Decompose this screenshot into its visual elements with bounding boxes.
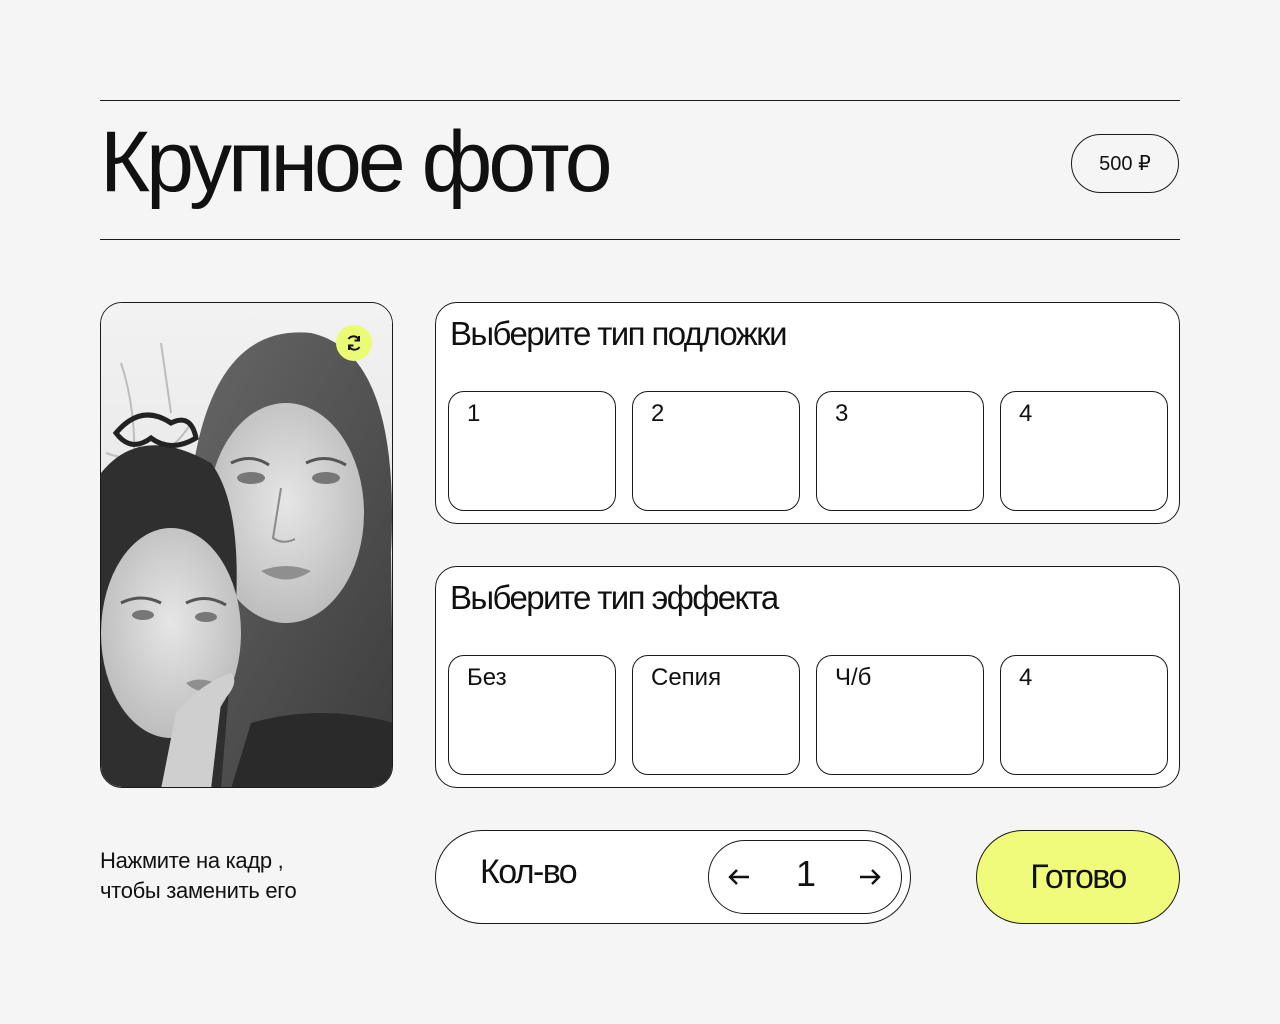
backing-panel: Выберите тип подложки 1 2 3 4 <box>435 302 1180 524</box>
replace-hint: Нажмите на кадр , чтобы заменить его <box>100 846 400 906</box>
refresh-icon[interactable] <box>336 325 372 361</box>
option-label: Ч/б <box>835 664 872 691</box>
photo-frame[interactable] <box>100 302 393 788</box>
effect-option-none[interactable]: Без <box>448 655 616 775</box>
backing-title: Выберите тип подложки <box>450 315 788 352</box>
hint-line-2: чтобы заменить его <box>100 878 297 903</box>
top-divider <box>100 100 1180 101</box>
quantity-value: 1 <box>795 853 817 894</box>
header-divider <box>100 239 1180 240</box>
hint-line-1: Нажмите на кадр , <box>100 848 284 873</box>
done-button[interactable]: Готово <box>976 830 1180 924</box>
option-label: 4 <box>1019 664 1033 691</box>
option-label: 3 <box>835 400 849 427</box>
option-label: 2 <box>651 400 665 427</box>
page-title: Крупное фото <box>100 114 613 210</box>
quantity-control: Кол-во 1 <box>435 830 911 924</box>
effect-options: Без Сепия Ч/б 4 <box>448 655 1168 775</box>
option-label: Сепия <box>651 664 722 691</box>
backing-options: 1 2 3 4 <box>448 391 1168 511</box>
backing-option-4[interactable]: 4 <box>1000 391 1168 511</box>
arrow-right-icon[interactable] <box>852 859 888 895</box>
option-label: 4 <box>1019 400 1033 427</box>
quantity-stepper: 1 <box>708 840 902 914</box>
effect-panel: Выберите тип эффекта Без Сепия Ч/б 4 <box>435 566 1180 788</box>
option-label: Без <box>467 664 507 691</box>
option-label: 1 <box>467 400 481 427</box>
backing-option-3[interactable]: 3 <box>816 391 984 511</box>
backing-option-2[interactable]: 2 <box>632 391 800 511</box>
arrow-left-icon[interactable] <box>721 859 757 895</box>
effect-option-bw[interactable]: Ч/б <box>816 655 984 775</box>
effect-option-sepia[interactable]: Сепия <box>632 655 800 775</box>
price-badge: 500 ₽ <box>1071 134 1179 193</box>
photo-image <box>101 303 392 787</box>
quantity-label: Кол-во <box>480 853 578 891</box>
backing-option-1[interactable]: 1 <box>448 391 616 511</box>
effect-title: Выберите тип эффекта <box>450 579 779 616</box>
effect-option-4[interactable]: 4 <box>1000 655 1168 775</box>
